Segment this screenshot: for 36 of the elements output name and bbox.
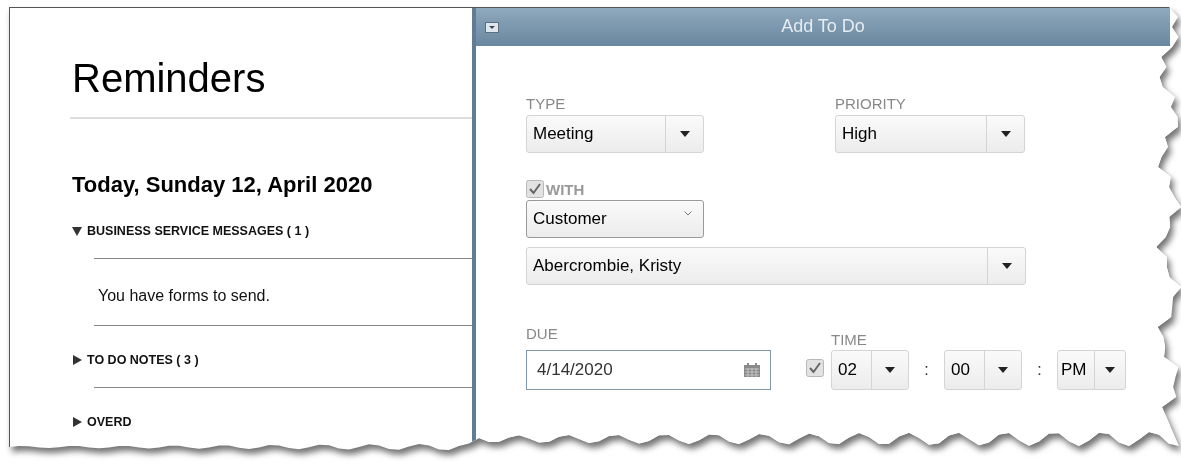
collapsed-triangle-icon — [72, 417, 82, 427]
date-heading: Today, Sunday 12, April 2020 — [72, 172, 373, 198]
caret-icon — [1000, 131, 1011, 137]
caret-icon — [1001, 263, 1012, 269]
caret-icon — [885, 367, 895, 373]
reminder-message: You have forms to send. — [98, 287, 270, 305]
date-field[interactable]: 4/14/2020 — [526, 350, 771, 390]
dropdown[interactable]: High — [835, 115, 1025, 153]
caret-icon — [998, 367, 1008, 373]
section-header[interactable]: BUSINESS SERVICE MESSAGES ( 1 ) — [72, 224, 310, 238]
calendar-icon — [744, 363, 760, 377]
checked-checkbox[interactable] — [806, 359, 824, 377]
chevron-down-icon — [684, 211, 692, 216]
dropdown[interactable]: 00 — [944, 350, 1022, 390]
page-title: Reminders — [72, 56, 266, 101]
section-header[interactable]: TO DO NOTES ( 3 ) — [72, 353, 199, 367]
separator-colon: : — [923, 361, 930, 379]
dropdown[interactable]: PM — [1057, 350, 1126, 390]
field-label: TYPE — [526, 95, 566, 112]
window-menu-icon — [485, 21, 499, 33]
field-label: TIME — [831, 331, 867, 348]
caret-icon — [679, 131, 690, 137]
dropdown[interactable]: Customer — [526, 200, 704, 238]
separator-colon: : — [1036, 361, 1043, 379]
dropdown[interactable]: 02 — [831, 350, 909, 390]
field-label: PRIORITY — [835, 95, 906, 112]
section-header[interactable]: OVERD — [72, 415, 132, 429]
caret-icon — [1105, 367, 1115, 373]
dropdown[interactable]: Abercrombie, Kristy — [526, 247, 1026, 285]
field-label: WITH — [546, 180, 585, 198]
dropdown[interactable]: Meeting — [526, 115, 704, 153]
collapsed-triangle-icon — [72, 355, 82, 365]
checked-checkbox[interactable] — [526, 180, 544, 198]
field-label: DUE — [526, 325, 558, 342]
expanded-triangle-icon — [72, 226, 82, 236]
window-title: Add To Do — [781, 16, 865, 37]
